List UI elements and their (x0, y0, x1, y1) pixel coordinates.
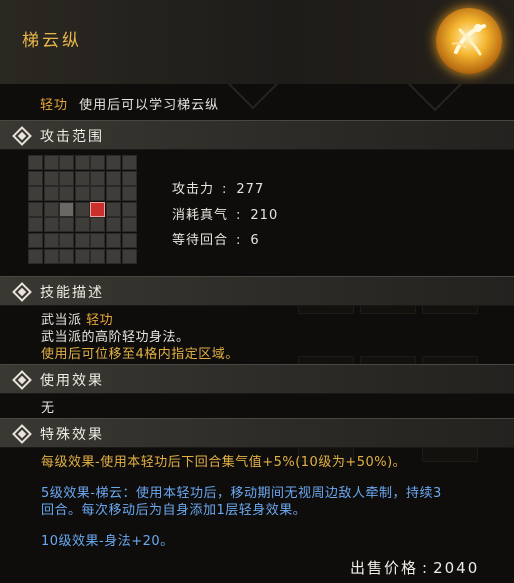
range-cell (74, 248, 90, 264)
range-cell (106, 201, 121, 217)
range-cell (121, 170, 137, 186)
range-cell (121, 186, 137, 202)
range-cell (106, 186, 121, 202)
range-cell (43, 201, 59, 217)
range-cell (28, 155, 43, 170)
range-cell (28, 217, 43, 233)
price-label: 出售价格 (350, 559, 419, 577)
range-cell (90, 217, 106, 233)
section-special-effect-header: 特殊效果 (0, 418, 514, 448)
stat-wait-turns: 等待回合:6 (172, 233, 260, 248)
range-cell (43, 233, 59, 248)
use-effect-text: 无 (41, 401, 55, 416)
stat-value: 6 (250, 233, 260, 248)
range-cell (90, 170, 106, 186)
special-effect-line: 回合。每次移动后为自身添加1层轻身效果。 (41, 503, 307, 518)
diamond-bullet-icon (12, 126, 32, 146)
range-cell (59, 170, 75, 186)
stat-value: 210 (250, 208, 279, 223)
skill-title: 梯云纵 (22, 31, 82, 51)
stat-qi-cost: 消耗真气:210 (172, 208, 279, 223)
range-cell (59, 217, 75, 233)
range-cell (43, 170, 59, 186)
range-cell (121, 248, 137, 264)
range-cell (74, 201, 90, 217)
range-cell (74, 170, 90, 186)
range-cell (59, 186, 75, 202)
range-cell (28, 186, 43, 202)
sell-price: 出售价格:2040 (350, 559, 480, 577)
range-cell (74, 233, 90, 248)
range-cell (121, 201, 137, 217)
section-title: 使用效果 (40, 373, 104, 389)
range-cell (106, 170, 121, 186)
stat-attack: 攻击力:277 (172, 182, 265, 197)
stat-value: 277 (236, 182, 265, 197)
range-cell (43, 186, 59, 202)
range-cell (106, 155, 121, 170)
range-cell (74, 155, 90, 170)
skill-effect-text: 使用后可位移至4格内指定区域。 (41, 347, 239, 362)
range-cell (106, 248, 121, 264)
range-cell (74, 217, 90, 233)
range-cell (43, 248, 59, 264)
skill-emblem-icon (436, 8, 502, 74)
range-target-cell (90, 201, 106, 217)
item-description: 轻功 使用后可以学习梯云纵 (40, 94, 219, 113)
range-cell (59, 248, 75, 264)
range-cell (121, 233, 137, 248)
stat-label: 等待回合 (172, 233, 229, 248)
tooltip-header: 梯云纵 (0, 0, 514, 84)
range-cell (43, 217, 59, 233)
section-skill-desc-header: 技能描述 (0, 276, 514, 306)
stat-label: 消耗真气 (172, 208, 229, 223)
range-cell (121, 217, 137, 233)
section-title: 技能描述 (40, 285, 104, 301)
attack-range-grid (28, 155, 138, 265)
skill-type-tag: 轻功 (40, 98, 69, 113)
section-range-header: 攻击范围 (0, 120, 514, 150)
range-cell (90, 233, 106, 248)
range-cell (59, 233, 75, 248)
range-cell (28, 233, 43, 248)
special-effect-line: 10级效果-身法+20。 (41, 534, 174, 549)
range-cell (43, 155, 59, 170)
range-cell (90, 186, 106, 202)
range-cell (106, 233, 121, 248)
section-title: 攻击范围 (40, 129, 104, 145)
range-cell (90, 155, 106, 170)
section-use-effect-header: 使用效果 (0, 364, 514, 394)
range-cell (106, 217, 121, 233)
diamond-bullet-icon (12, 370, 32, 390)
skill-tooltip: 梯云纵 轻功 使用后可以学习梯云纵 攻击范围 攻击力:277 消耗真气:210 … (0, 0, 514, 583)
diamond-bullet-icon (12, 282, 32, 302)
stat-label: 攻击力 (172, 182, 215, 197)
range-self-cell (59, 201, 75, 217)
range-cell (74, 186, 90, 202)
diamond-bullet-icon (12, 424, 32, 444)
range-cell (121, 155, 137, 170)
range-cell (28, 248, 43, 264)
special-effect-line: 每级效果-使用本轻功后下回合集气值+5%(10级为+50%)。 (41, 455, 407, 470)
description-text: 使用后可以学习梯云纵 (79, 98, 220, 113)
range-cell (28, 201, 43, 217)
range-cell (59, 155, 75, 170)
range-cell (90, 248, 106, 264)
section-title: 特殊效果 (40, 427, 104, 443)
range-cell (28, 170, 43, 186)
price-value: 2040 (433, 559, 480, 577)
